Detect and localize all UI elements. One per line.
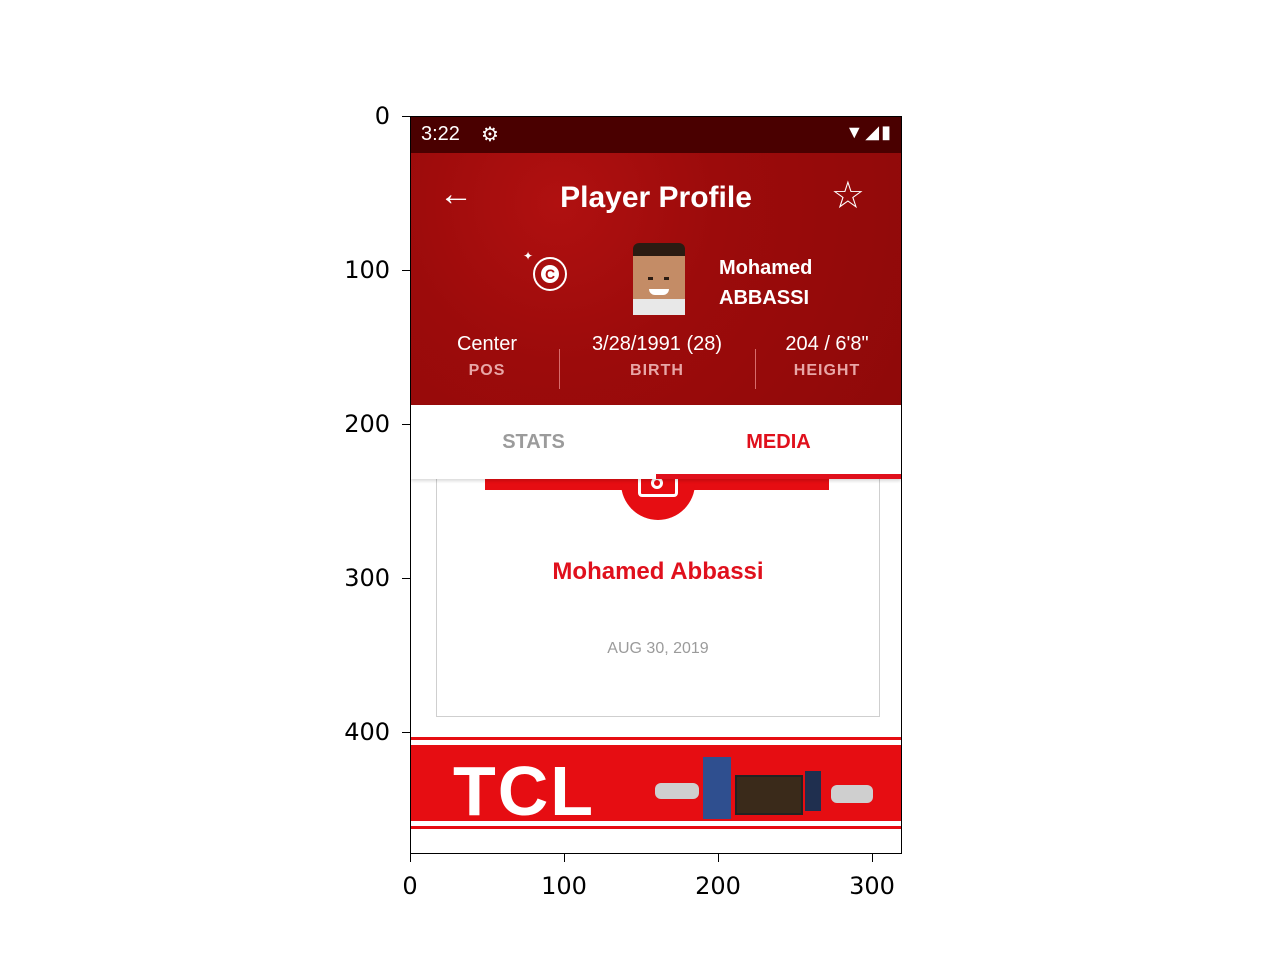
settings-gear-icon: ⚙ [481, 124, 499, 146]
info-position: Center POS [411, 333, 567, 380]
y-tick-label: 300 [344, 564, 390, 592]
air-conditioner-icon [655, 783, 699, 799]
avatar-eye [664, 277, 669, 280]
media-date: AUG 30, 2019 [607, 640, 709, 657]
team-logo-letter: C [541, 265, 559, 283]
y-tick-400 [402, 732, 410, 733]
refrigerator-icon [703, 757, 731, 819]
ad-border-bottom [411, 826, 901, 829]
x-tick-label: 100 [541, 872, 587, 900]
media-card[interactable]: Mohamed Abbassi AUG 30, 2019 [436, 446, 880, 717]
sparkle-icon: ✦ [523, 249, 534, 263]
status-time: 3:22 [421, 123, 460, 145]
position-label: POS [468, 362, 506, 379]
player-first-name: Mohamed [719, 257, 813, 279]
y-tick-label: 400 [344, 718, 390, 746]
birth-label: BIRTH [630, 362, 684, 379]
x-tick-0 [410, 854, 411, 862]
y-tick-label: 0 [374, 102, 390, 130]
y-tick-0 [402, 116, 410, 117]
player-info-row: Center POS 3/28/1991 (28) BIRTH 204 / 6'… [411, 333, 901, 393]
ad-banner[interactable]: TCL [411, 737, 901, 830]
ad-products-image [655, 757, 875, 819]
tab-media[interactable]: MEDIA [656, 405, 901, 479]
x-tick-100 [564, 854, 565, 862]
y-tick-label: 200 [344, 410, 390, 438]
avatar-smile [649, 289, 669, 295]
ad-border-top [411, 737, 901, 740]
favorite-star-icon[interactable]: ☆ [831, 173, 865, 218]
ad-background: TCL [411, 745, 901, 830]
avatar-eye [648, 277, 653, 280]
phone-screen: 3:22 ⚙ ▼◢▮ ← Player Profile ☆ ✦ C Mohame… [410, 116, 902, 854]
tab-selected-indicator [656, 474, 901, 479]
birth-value: 3/28/1991 (28) [591, 333, 723, 355]
x-tick-label: 0 [402, 872, 418, 900]
tab-stats[interactable]: STATS [411, 405, 656, 479]
height-value: 204 / 6'8" [785, 333, 869, 355]
info-birth: 3/28/1991 (28) BIRTH [577, 333, 737, 380]
player-avatar [633, 243, 685, 315]
media-title[interactable]: Mohamed Abbassi [437, 558, 879, 586]
height-label: HEIGHT [793, 362, 861, 379]
signal-battery-icons: ▼◢▮ [845, 122, 893, 142]
info-divider [559, 349, 560, 389]
x-tick-label: 200 [695, 872, 741, 900]
x-tick-300 [872, 854, 873, 862]
page-title: Player Profile [560, 181, 752, 214]
y-tick-100 [402, 270, 410, 271]
status-bar: 3:22 ⚙ ▼◢▮ [411, 117, 901, 153]
position-value: Center [456, 333, 518, 355]
x-tick-200 [718, 854, 719, 862]
team-logo-icon[interactable]: C [533, 257, 567, 291]
x-tick-label: 300 [849, 872, 895, 900]
player-last-name: ABBASSI [719, 287, 810, 309]
profile-header: ← Player Profile ☆ ✦ C Mohamed ABBASSI C… [411, 153, 901, 405]
phone-icon [805, 771, 821, 811]
tab-bar: STATS MEDIA [411, 405, 901, 479]
air-conditioner-icon [831, 785, 873, 803]
y-tick-label: 100 [344, 256, 390, 284]
y-tick-200 [402, 424, 410, 425]
ad-brand-logo: TCL [453, 752, 596, 830]
tv-icon [735, 775, 803, 815]
info-height: 204 / 6'8" HEIGHT [747, 333, 901, 380]
y-tick-300 [402, 578, 410, 579]
